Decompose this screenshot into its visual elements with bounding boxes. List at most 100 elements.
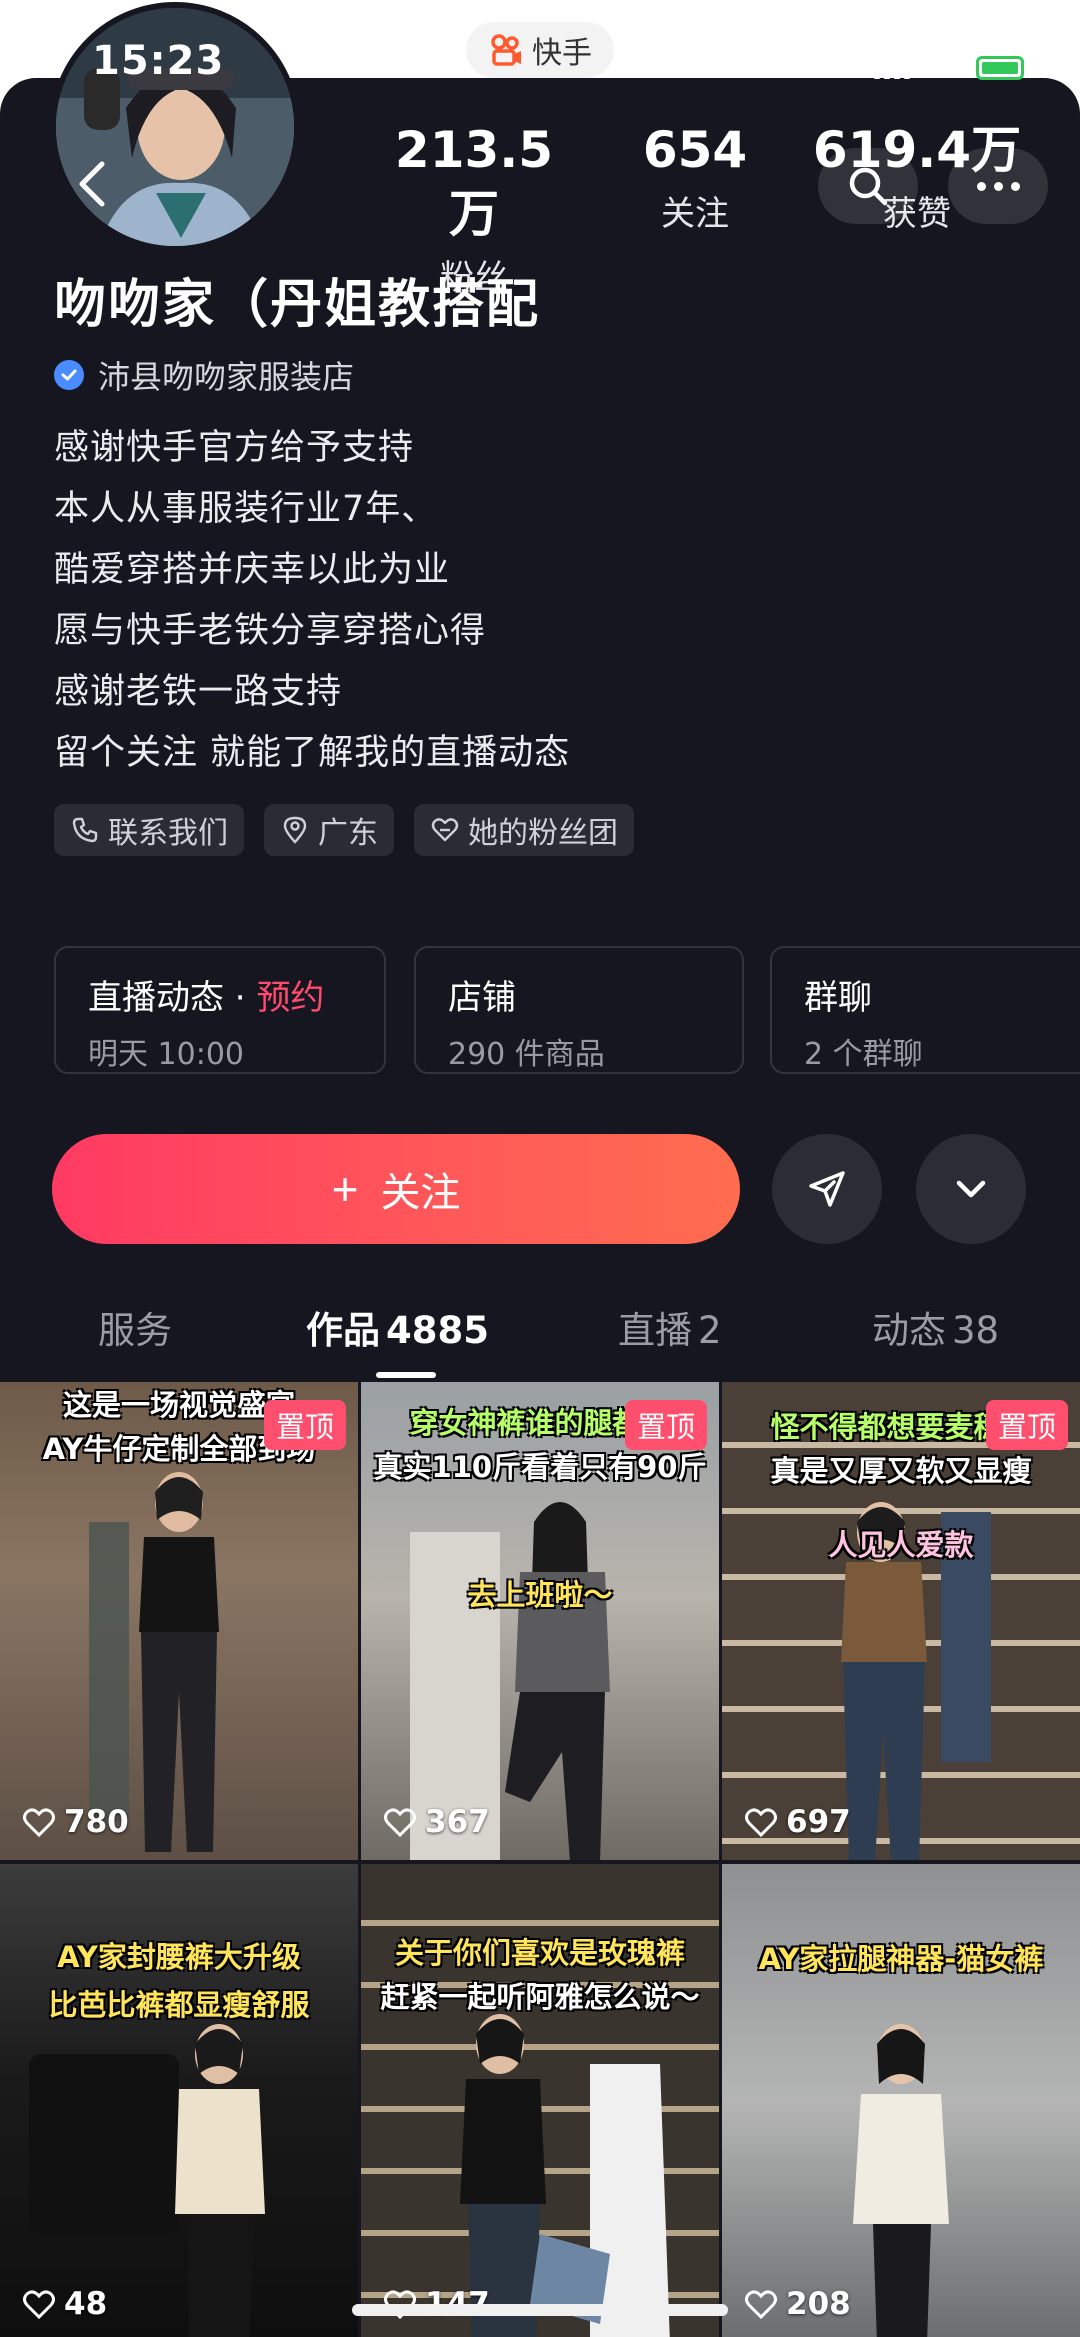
tag-contact-label: 联系我们 bbox=[108, 816, 228, 851]
video-tile[interactable]: 关于你们喜欢是玫瑰裤 赶紧一起听阿雅怎么说～ 147 bbox=[361, 1864, 719, 2337]
video-tile[interactable]: 这是一场视觉盛宴 AY牛仔定制全部到场 置顶 780 bbox=[0, 1382, 358, 1860]
follow-button[interactable]: + 关注 bbox=[52, 1134, 740, 1244]
search-button[interactable] bbox=[818, 148, 918, 224]
card-live-time: 明天 10:00 bbox=[88, 1037, 244, 1072]
tab-works[interactable]: 作品 4885 bbox=[306, 1300, 489, 1354]
video-tile[interactable]: 怪不得都想要麦穗裤 真是又厚又软又显瘦 人见人爱款 置顶 697 bbox=[722, 1382, 1080, 1860]
back-chevron-icon[interactable] bbox=[66, 156, 122, 212]
card-group-count: 2 个群聊 bbox=[804, 1037, 923, 1072]
battery-icon bbox=[976, 56, 1024, 80]
profile-name: 吻吻家（丹姐教搭配 bbox=[54, 275, 541, 335]
video-like-count: 367 bbox=[425, 1804, 490, 1840]
tab-works-count: 4885 bbox=[386, 1309, 489, 1352]
video-tile[interactable]: 穿女神裤谁的腿都不 真实110斤看着只有90斤 去上班啦～ 置顶 367 bbox=[361, 1382, 719, 1860]
stat-following-label: 关注 bbox=[661, 194, 729, 234]
bio-line: 感谢快手官方给予支持 bbox=[54, 428, 415, 468]
video-caption: 真是又厚又软又显瘦 bbox=[770, 1454, 1032, 1488]
wifi-icon bbox=[928, 57, 958, 78]
heart-outline-icon bbox=[431, 818, 459, 842]
follow-button-label: 关注 bbox=[380, 1171, 461, 1215]
model-figure bbox=[89, 1472, 219, 1852]
profile-page: 15:23 快手 213.5万 粉丝 654 关注 619.4万 获赞 吻吻家（… bbox=[0, 0, 1080, 2337]
video-likes: 367 bbox=[383, 1804, 490, 1840]
verified-check-icon bbox=[54, 360, 84, 390]
video-caption: 真实110斤看着只有90斤 bbox=[373, 1450, 707, 1484]
video-like-count: 780 bbox=[64, 1804, 129, 1840]
phone-icon bbox=[72, 817, 98, 843]
heart-outline-icon bbox=[745, 1808, 777, 1838]
pinned-badge: 置顶 bbox=[263, 1400, 346, 1450]
heart-outline-icon bbox=[23, 2290, 55, 2320]
verified-shop-name: 沛县吻吻家服装店 bbox=[98, 358, 355, 396]
video-caption: 去上班啦～ bbox=[467, 1578, 613, 1612]
video-caption: AY家封腰裤大升级 bbox=[57, 1940, 301, 1974]
stat-fans-value: 213.5万 bbox=[394, 121, 554, 243]
tab-moments-count: 38 bbox=[952, 1309, 1000, 1352]
kuaishou-logo-icon bbox=[491, 34, 521, 66]
video-caption: AY家拉腿神器-猫女裤 bbox=[758, 1942, 1044, 1976]
card-shop-count: 290 件商品 bbox=[448, 1037, 605, 1072]
video-likes: 780 bbox=[22, 1804, 129, 1840]
stat-following[interactable]: 654 关注 bbox=[620, 118, 770, 235]
home-indicator[interactable] bbox=[352, 2304, 728, 2316]
card-live-reserve: 预约 bbox=[256, 978, 325, 1018]
tab-live[interactable]: 直播 2 bbox=[618, 1300, 722, 1354]
send-icon bbox=[809, 1171, 845, 1207]
video-grid: 这是一场视觉盛宴 AY牛仔定制全部到场 置顶 780 穿女神裤谁的腿都不 真实1… bbox=[0, 1382, 1080, 2337]
video-caption: 关于你们喜欢是玫瑰裤 bbox=[394, 1936, 685, 1970]
card-live-separator: · bbox=[224, 978, 257, 1018]
bio-line: 感谢老铁一路支持 bbox=[54, 672, 343, 712]
card-live-title: 直播动态 bbox=[88, 978, 224, 1018]
tab-service-label: 服务 bbox=[98, 1309, 172, 1352]
more-options-button[interactable] bbox=[948, 148, 1048, 224]
video-likes: 48 bbox=[22, 2286, 107, 2322]
bio-line: 留个关注 就能了解我的直播动态 bbox=[54, 733, 571, 773]
tab-active-indicator bbox=[376, 1372, 436, 1378]
video-likes: 697 bbox=[744, 1804, 851, 1840]
chevron-down-icon bbox=[956, 1180, 986, 1198]
pinned-badge: 置顶 bbox=[985, 1400, 1068, 1450]
card-shop[interactable]: 店铺 290 件商品 bbox=[414, 946, 744, 1074]
tab-moments-label: 动态 bbox=[872, 1309, 946, 1352]
video-like-count: 697 bbox=[786, 1804, 851, 1840]
profile-tags: 联系我们 广东 她的粉丝团 bbox=[54, 804, 634, 856]
tab-moments[interactable]: 动态 38 bbox=[872, 1300, 999, 1354]
location-pin-icon bbox=[283, 816, 307, 844]
model-figure bbox=[410, 1502, 610, 1860]
card-group-chat[interactable]: 群聊 2 个群聊 bbox=[770, 946, 1080, 1074]
bio-line: 愿与快手老铁分享穿搭心得 bbox=[54, 611, 487, 651]
tab-live-count: 2 bbox=[698, 1309, 722, 1352]
bio-line: 本人从事服装行业7年、 bbox=[54, 489, 438, 529]
video-caption: 赶紧一起听阿雅怎么说～ bbox=[380, 1980, 700, 2014]
share-button[interactable] bbox=[772, 1134, 882, 1244]
tab-service[interactable]: 服务 bbox=[98, 1300, 172, 1354]
pinned-badge: 置顶 bbox=[624, 1400, 707, 1450]
video-caption: 比芭比裤都显瘦舒服 bbox=[48, 1988, 310, 2022]
tag-fan-club-label: 她的粉丝团 bbox=[468, 816, 618, 851]
heart-outline-icon bbox=[23, 1808, 55, 1838]
video-like-count: 48 bbox=[64, 2286, 108, 2322]
more-dots-icon bbox=[976, 181, 986, 191]
status-time: 15:23 bbox=[92, 38, 225, 84]
video-tile[interactable]: AY家封腰裤大升级 比芭比裤都显瘦舒服 48 bbox=[0, 1864, 358, 2337]
plus-icon: + bbox=[331, 1163, 359, 1215]
bio-line: 酷爱穿搭并庆幸以此为业 bbox=[54, 550, 451, 590]
card-live-schedule[interactable]: 直播动态 · 预约 明天 10:00 bbox=[54, 946, 386, 1074]
signal-icon bbox=[874, 57, 910, 79]
tag-location[interactable]: 广东 bbox=[264, 804, 394, 856]
verified-shop-link[interactable]: 沛县吻吻家服装店 bbox=[54, 352, 354, 398]
tab-works-label: 作品 bbox=[306, 1309, 380, 1352]
profile-bio: 感谢快手官方给予支持 本人从事服装行业7年、 酷爱穿搭并庆幸以此为业 愿与快手老… bbox=[54, 418, 570, 784]
stat-following-value: 654 bbox=[642, 121, 748, 179]
app-name: 快手 bbox=[532, 36, 592, 71]
status-icons bbox=[874, 56, 1024, 80]
tag-contact[interactable]: 联系我们 bbox=[54, 804, 244, 856]
search-icon bbox=[849, 167, 888, 206]
tag-fan-club[interactable]: 她的粉丝团 bbox=[414, 804, 634, 856]
video-likes: 208 bbox=[744, 2286, 851, 2322]
card-live-title-row: 直播动态 · 预约 bbox=[88, 970, 352, 1019]
video-tile[interactable]: AY家拉腿神器-猫女裤 208 bbox=[722, 1864, 1080, 2337]
video-caption: 人见人爱款 bbox=[828, 1528, 974, 1562]
tag-location-label: 广东 bbox=[318, 816, 378, 851]
expand-button[interactable] bbox=[916, 1134, 1026, 1244]
